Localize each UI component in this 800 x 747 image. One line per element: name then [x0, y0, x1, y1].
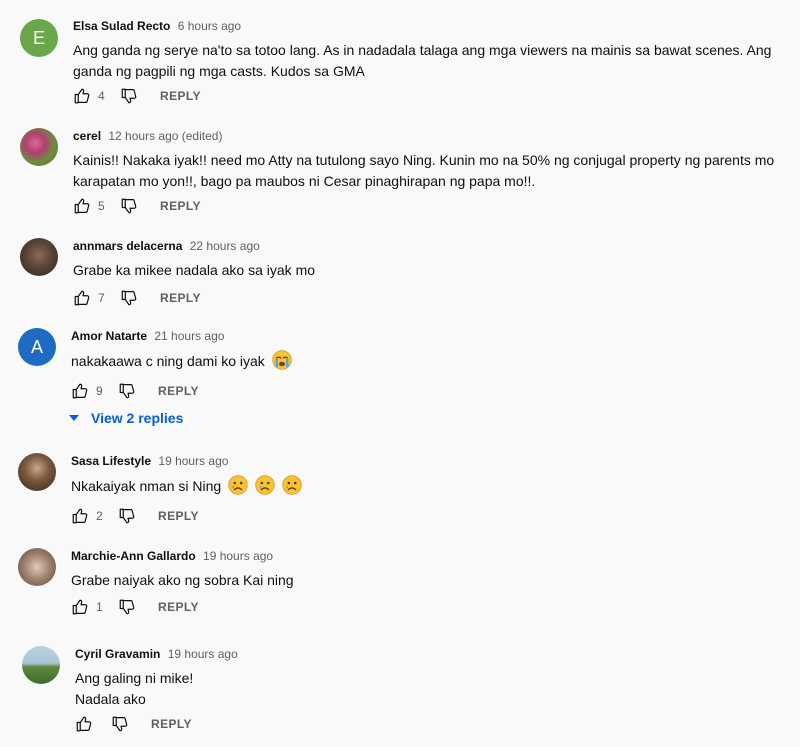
thumb-up-icon[interactable]: [73, 87, 91, 105]
loudly-crying-face-icon: [272, 350, 292, 370]
avatar[interactable]: A: [18, 328, 56, 366]
comment-text: nakakaawa c ning dami ko iyak: [71, 350, 794, 372]
reply-button[interactable]: REPLY: [160, 199, 201, 213]
comment-timestamp[interactable]: 12 hours ago (edited): [108, 129, 222, 143]
thumb-up-icon[interactable]: [71, 382, 89, 400]
avatar[interactable]: E: [20, 19, 58, 57]
thumb-down-icon[interactable]: [118, 507, 136, 525]
avatar[interactable]: [18, 453, 56, 491]
comment-timestamp[interactable]: 19 hours ago: [203, 549, 273, 563]
comment-timestamp[interactable]: 19 hours ago: [158, 454, 228, 468]
like-count: 4: [98, 89, 105, 103]
avatar[interactable]: [20, 238, 58, 276]
thumb-up-icon[interactable]: [73, 289, 91, 307]
sad-face-icon: [228, 475, 248, 495]
chevron-down-icon: [69, 415, 79, 421]
reply-button[interactable]: REPLY: [158, 600, 199, 614]
comment-text: Grabe ka mikee nadala ako sa iyak mo: [73, 262, 316, 278]
comment-author[interactable]: annmars delacerna: [73, 239, 182, 253]
like-count: 7: [98, 291, 105, 305]
like-count: 2: [96, 509, 103, 523]
comment-timestamp[interactable]: 6 hours ago: [178, 19, 241, 33]
comment-text-content: Nkakaiyak nman si Ning: [71, 478, 222, 494]
comment-timestamp[interactable]: 22 hours ago: [190, 239, 260, 253]
comment-author[interactable]: Sasa Lifestyle: [71, 454, 151, 468]
reply-button[interactable]: REPLY: [160, 89, 201, 103]
like-count: 5: [98, 199, 105, 213]
view-replies-label: View 2 replies: [91, 410, 184, 426]
comment-text-line: Ang galing ni mike!: [75, 670, 194, 686]
reply-button[interactable]: REPLY: [160, 291, 201, 305]
comment-text: Grabe naiyak ako ng sobra Kai ning: [71, 572, 294, 588]
comment-author[interactable]: cerel: [73, 129, 101, 143]
thumb-down-icon[interactable]: [120, 197, 138, 215]
thumb-down-icon[interactable]: [120, 289, 138, 307]
comment-timestamp[interactable]: 19 hours ago: [168, 647, 238, 661]
comment-author[interactable]: Elsa Sulad Recto: [73, 19, 170, 33]
comment-text-content: nakakaawa c ning dami ko iyak: [71, 353, 265, 369]
avatar-letter: E: [32, 27, 45, 48]
thumb-up-icon[interactable]: [73, 197, 91, 215]
reply-button[interactable]: REPLY: [151, 717, 192, 731]
comment-text: Nkakaiyak nman si Ning: [71, 475, 794, 497]
comment-text: Ang ganda ng serye na'to sa totoo lang. …: [73, 42, 772, 79]
avatar-letter: A: [30, 336, 43, 357]
thumb-down-icon[interactable]: [118, 382, 136, 400]
comment-text: Kainis!! Nakaka iyak!! need mo Atty na t…: [73, 152, 775, 189]
thumb-down-icon[interactable]: [118, 598, 136, 616]
sad-face-icon: [282, 475, 302, 495]
reply-button[interactable]: REPLY: [158, 384, 199, 398]
like-count: 9: [96, 384, 103, 398]
thumb-down-icon[interactable]: [111, 715, 129, 733]
reply-button[interactable]: REPLY: [158, 509, 199, 523]
thumb-up-icon[interactable]: [75, 715, 93, 733]
avatar[interactable]: [20, 128, 58, 166]
view-replies-button[interactable]: View 2 replies: [69, 410, 183, 426]
thumb-down-icon[interactable]: [120, 87, 138, 105]
comment-timestamp[interactable]: 21 hours ago: [154, 329, 224, 343]
like-count: 1: [96, 600, 103, 614]
thumb-up-icon[interactable]: [71, 598, 89, 616]
avatar[interactable]: [22, 646, 60, 684]
comment-author[interactable]: Amor Natarte: [71, 329, 147, 343]
sad-face-icon: [255, 475, 275, 495]
thumb-up-icon[interactable]: [71, 507, 89, 525]
avatar[interactable]: [18, 548, 56, 586]
comment-author[interactable]: Cyril Gravamin: [75, 647, 160, 661]
comment-text: Ang galing ni mike! Nadala ako: [75, 668, 794, 710]
comment-author[interactable]: Marchie-Ann Gallardo: [71, 549, 196, 563]
comment-text-line: Nadala ako: [75, 691, 146, 707]
